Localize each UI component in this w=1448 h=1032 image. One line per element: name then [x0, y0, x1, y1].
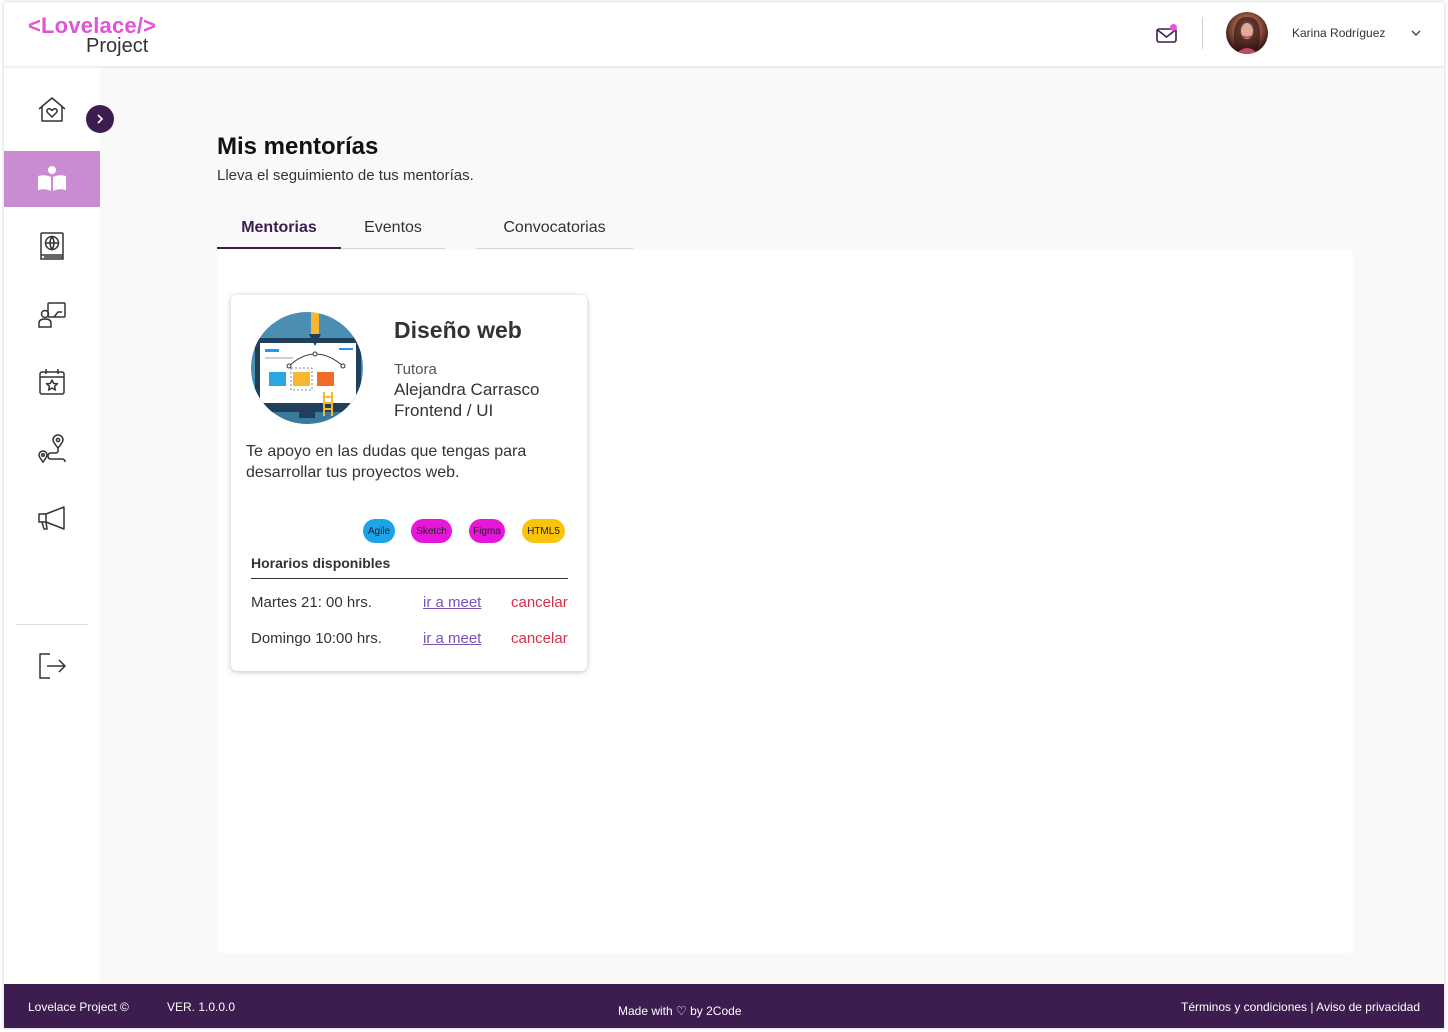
chevron-down-icon[interactable]: [1409, 26, 1423, 40]
sidebar-toggle-button[interactable]: [86, 105, 114, 133]
tutor-role: Tutora: [394, 361, 437, 378]
tag-agile: Agile: [363, 519, 395, 543]
avatar[interactable]: [1226, 12, 1268, 54]
open-book-icon: [38, 166, 66, 191]
header-divider: [1202, 17, 1203, 49]
globe-book-icon: [40, 232, 64, 260]
schedule-header: Horarios disponibles: [251, 555, 391, 571]
sidebar-item-logout[interactable]: [4, 638, 100, 694]
user-name[interactable]: Karina Rodríguez: [1292, 26, 1385, 40]
calendar-star-icon: [39, 369, 65, 395]
tab-mentorias[interactable]: Mentorias: [217, 211, 341, 249]
brand-logo[interactable]: <Lovelace/> Project: [28, 13, 168, 57]
content-panel: Diseño web Tutora Alejandra Carrasco Fro…: [217, 250, 1353, 953]
course-description: Te apoyo en las dudas que tengas para de…: [246, 443, 527, 481]
sidebar-item-cursos[interactable]: [4, 218, 100, 274]
schedule-row: Martes 21: 00 hrs. ir a meet cancelar: [251, 594, 581, 614]
course-title: Diseño web: [394, 317, 522, 343]
schedule-time: Domingo 10:00 hrs.: [251, 630, 382, 647]
sidebar: [4, 66, 100, 984]
tab-eventos[interactable]: Eventos: [341, 211, 445, 249]
schedule-time: Martes 21: 00 hrs.: [251, 594, 372, 611]
footer-copyright: Lovelace Project ©: [28, 1000, 129, 1014]
notification-dot: [1170, 24, 1177, 31]
tag-html5: HTML5: [522, 519, 565, 543]
schedule-row: Domingo 10:00 hrs. ir a meet cancelar: [251, 630, 581, 650]
logout-icon: [39, 653, 66, 679]
sidebar-item-home[interactable]: [4, 82, 100, 138]
meet-link[interactable]: ir a meet: [423, 630, 481, 647]
tutor-name: Alejandra Carrasco: [394, 380, 540, 399]
teacher-board-icon: [38, 302, 66, 328]
schedule-divider: [251, 578, 568, 579]
chevron-right-icon: [97, 114, 104, 124]
route-pin-icon: [38, 434, 66, 464]
sidebar-item-mentores[interactable]: [4, 286, 100, 342]
tab-convocatorias[interactable]: Convocatorias: [476, 211, 633, 249]
footer-legal-links[interactable]: Términos y condiciones | Aviso de privac…: [1181, 1000, 1420, 1014]
sidebar-item-mentorias[interactable]: [4, 151, 100, 207]
sidebar-item-ruta[interactable]: [4, 422, 100, 478]
home-heart-icon: [38, 97, 66, 122]
tag-figma: Figma: [469, 519, 505, 543]
tab-bar: Mentorias Eventos Convocatorias: [217, 211, 637, 251]
web-design-illustration: [251, 312, 363, 424]
megaphone-icon: [38, 506, 65, 530]
tutor-speciality: Frontend / UI: [394, 401, 494, 420]
footer-version: VER. 1.0.0.0: [167, 1000, 236, 1014]
sidebar-item-convocatorias[interactable]: [4, 490, 100, 546]
page-subtitle: Lleva el seguimiento de tus mentorías.: [217, 167, 474, 184]
mentorship-card[interactable]: Diseño web Tutora Alejandra Carrasco Fro…: [231, 295, 587, 671]
meet-link[interactable]: ir a meet: [423, 594, 481, 611]
footer-made-with: Made with ♡ by 2Code: [618, 1004, 742, 1018]
main-content: Mis mentorías Lleva el seguimiento de tu…: [100, 66, 1444, 984]
sidebar-divider: [16, 624, 88, 625]
app-frame: <Lovelace/> Project Karina Rodríguez Mis…: [4, 2, 1444, 1028]
page-title: Mis mentorías: [217, 133, 379, 160]
footer: Lovelace Project © VER. 1.0.0.0 Made wit…: [4, 984, 1444, 1028]
tag-sketch: Sketch: [411, 519, 452, 543]
cancel-link[interactable]: cancelar: [511, 594, 568, 611]
cancel-link[interactable]: cancelar: [511, 630, 568, 647]
top-header: <Lovelace/> Project Karina Rodríguez: [4, 2, 1444, 66]
sidebar-item-eventos[interactable]: [4, 354, 100, 410]
logo-bottom-text: Project: [86, 35, 149, 57]
